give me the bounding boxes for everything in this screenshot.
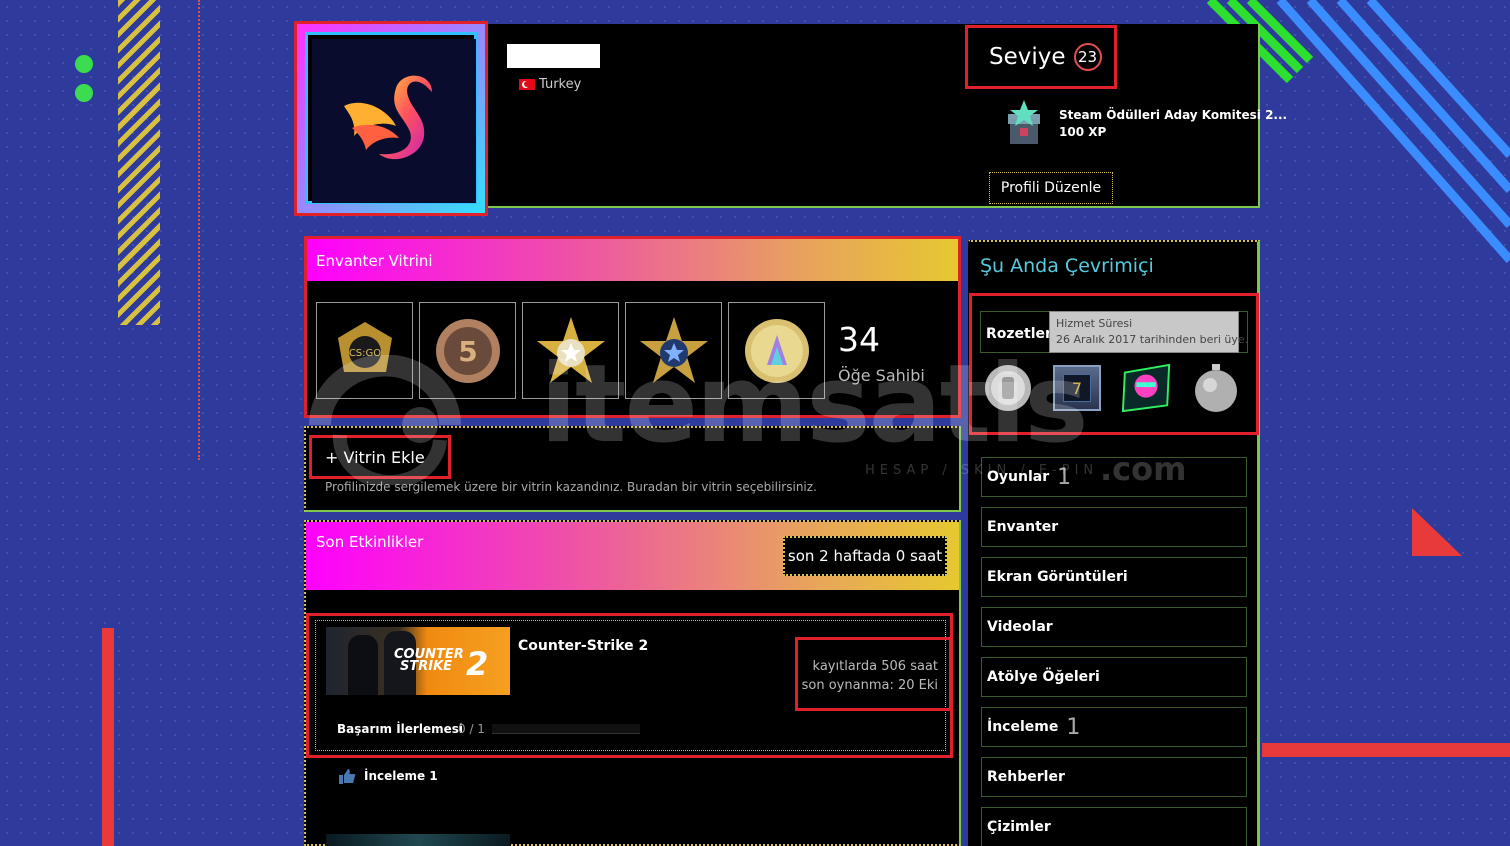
playtime-badge: son 2 haftada 0 saat: [783, 536, 947, 576]
commemorative-coin-icon: [744, 318, 809, 383]
sidebar-item-inventory[interactable]: Envanter: [981, 507, 1247, 547]
showcase-item-csgo-veteran[interactable]: CS:GO: [316, 302, 413, 399]
level-box: Seviye 23: [965, 25, 1117, 89]
swan-logo-icon: [344, 75, 432, 160]
red-dotted-line-decoration: [198, 0, 200, 460]
item-count: 34: [838, 320, 880, 359]
sidebar-item-games[interactable]: Oyunlar 1: [981, 457, 1247, 497]
add-showcase-button[interactable]: + Vitrin Ekle: [309, 435, 451, 479]
sidebar-item-label: Videolar: [987, 619, 1053, 635]
sidebar-item-label: Çizimler: [987, 819, 1051, 835]
turkey-flag-icon: [519, 79, 535, 90]
cs2-logo-number: 2: [466, 645, 489, 683]
persona-name: [507, 44, 600, 68]
avatar-frame: [294, 21, 488, 216]
showcase-item-commemorative-coin[interactable]: [728, 302, 825, 399]
thumbs-up-icon: [338, 768, 356, 784]
country-row: Turkey: [519, 77, 581, 92]
game-name-link[interactable]: Counter-Strike 2: [518, 638, 648, 654]
next-game-capsule[interactable]: [326, 834, 510, 846]
csgo-emblem-icon: CS:GO: [337, 321, 392, 372]
showcase-title: Envanter Vitrini: [316, 252, 433, 270]
achievement-progress-label: Başarım İlerlemesi: [337, 722, 463, 736]
badge-numbered[interactable]: 7: [1051, 362, 1103, 414]
sidebar-item-count: 1: [1066, 714, 1081, 740]
recent-activity-title: Son Etkinlikler: [316, 533, 424, 551]
red-bar-decoration: [1262, 743, 1510, 757]
sidebar-item-artwork[interactable]: Çizimler: [981, 807, 1247, 846]
badges-label[interactable]: Rozetler: [986, 326, 1052, 342]
green-dot-decoration: [75, 55, 93, 73]
badge-number-tile: 7: [1053, 365, 1101, 411]
sidebar-item-label: İnceleme: [987, 719, 1059, 735]
last-played: son oynanma: 20 Eki: [801, 678, 938, 693]
country-label: Turkey: [539, 77, 582, 92]
sidebar-item-screenshots[interactable]: Ekran Görüntüleri: [981, 557, 1247, 597]
level-label: Seviye: [989, 44, 1066, 70]
badge-number: 7: [1063, 374, 1091, 402]
award-icon: [1000, 98, 1048, 150]
red-triangle-decoration: [1412, 508, 1462, 556]
yellow-stripe-decoration: [118, 0, 160, 325]
five-year-coin-icon: 5: [435, 318, 500, 383]
badge-glitch-portrait[interactable]: [1121, 362, 1173, 414]
cs2-capsule-image[interactable]: COUNTER STRIKE 2: [326, 627, 510, 695]
sidebar-item-label: Rehberler: [987, 769, 1065, 785]
add-showcase-description: Profilinizde sergilemek üzere bir vitrin…: [325, 480, 817, 494]
avatar[interactable]: [312, 39, 476, 203]
tooltip-text: 26 Aralık 2017 tarihinden beri üye.: [1056, 333, 1249, 346]
badge-years-of-service[interactable]: [982, 362, 1034, 414]
sidebar-item-label: Oyunlar: [987, 469, 1050, 485]
sidebar-item-label: Ekran Görüntüleri: [987, 569, 1128, 585]
cs2-logo-line2: STRIKE: [400, 659, 453, 674]
green-dot-decoration: [75, 84, 93, 102]
award-title[interactable]: Steam Ödülleri Aday Komitesi 2...: [1059, 108, 1287, 122]
sidebar-item-reviews[interactable]: İnceleme 1: [981, 707, 1247, 747]
achievement-progress-bar: [492, 724, 640, 734]
sidebar-item-guides[interactable]: Rehberler: [981, 757, 1247, 797]
hours-on-record: kayıtlarda 506 saat: [812, 659, 938, 674]
online-status: Şu Anda Çevrimiçi: [980, 255, 1154, 277]
ornament-icon: [1195, 364, 1237, 412]
sidebar-item-label: Atölye Öğeleri: [987, 669, 1100, 685]
sidebar-item-videos[interactable]: Videolar: [981, 607, 1247, 647]
award-xp: 100 XP: [1059, 125, 1107, 139]
sidebar-item-label: Envanter: [987, 519, 1059, 535]
sidebar-item-workshop[interactable]: Atölye Öğeleri: [981, 657, 1247, 697]
level-circle[interactable]: 23: [1073, 43, 1102, 71]
item-count-label: Öğe Sahibi: [838, 366, 925, 385]
svg-text:5: 5: [458, 335, 477, 368]
edit-profile-button[interactable]: Profili Düzenle: [989, 172, 1113, 204]
silver-coin-icon: [985, 365, 1031, 411]
showcase-item-service-medal-gold[interactable]: [522, 302, 619, 399]
showcase-item-service-medal-blue[interactable]: [625, 302, 722, 399]
glitch-portrait-icon: [1121, 363, 1171, 413]
gold-star-medal-icon: [536, 316, 605, 383]
achievement-progress-value: 0 / 1: [458, 722, 485, 736]
showcase-item-five-year-coin[interactable]: 5: [419, 302, 516, 399]
review-link[interactable]: İnceleme 1: [364, 769, 438, 783]
red-bar-decoration: [102, 628, 114, 846]
badge-tooltip: Hizmet Süresi 26 Aralık 2017 tarihinden …: [1049, 311, 1249, 353]
sidebar-item-count: 1: [1057, 464, 1072, 490]
badge-christmas-ornament[interactable]: [1190, 362, 1242, 414]
game-stats-box: kayıtlarda 506 saat son oynanma: 20 Eki: [795, 637, 952, 711]
tooltip-title: Hizmet Süresi: [1056, 317, 1133, 330]
svg-text:CS:GO: CS:GO: [348, 348, 380, 359]
blue-star-medal-icon: [639, 316, 708, 383]
soldier-silhouette-icon: [348, 635, 378, 695]
